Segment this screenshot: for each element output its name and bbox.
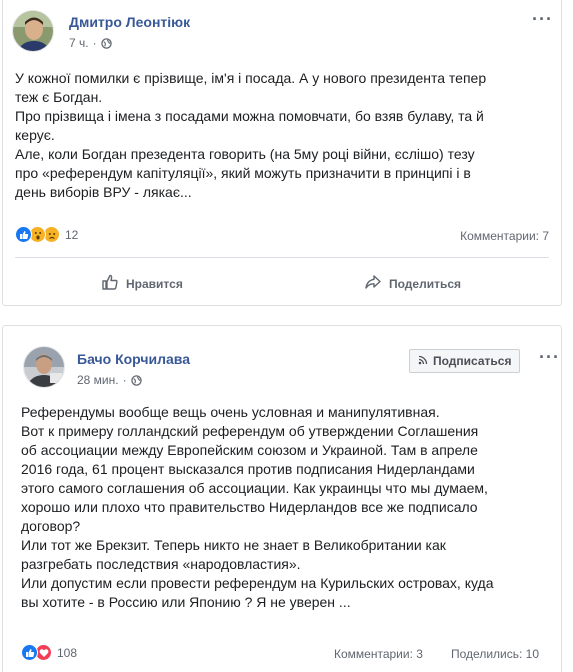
post-meta: 28 мин. · [77, 373, 142, 387]
shares-count[interactable]: Поделились: 10 [451, 647, 539, 661]
post-text-line: Про прізвища і імена з посадами можна по… [15, 108, 484, 124]
globe-icon [130, 374, 142, 386]
post-text-line: вы хотите - в Россию или Японию ? Я не у… [21, 594, 351, 610]
like-button[interactable]: Нравится [101, 273, 183, 294]
post-text-line: теж є Богдан. [15, 89, 103, 105]
more-options-icon[interactable]: ··· [532, 10, 553, 28]
reaction-count: 108 [57, 645, 78, 660]
comments-count[interactable]: Комментарии: 7 [460, 229, 549, 243]
divider [15, 257, 549, 258]
like-label: Нравится [126, 276, 183, 291]
post-timestamp[interactable]: 28 мин. [77, 373, 119, 387]
post-text-line: договор? [21, 518, 81, 534]
reactions-summary[interactable]: 108 [21, 644, 77, 661]
post-text-line: Вот к примеру голландский референдум об … [21, 423, 479, 439]
author-name[interactable]: Бачо Корчилава [77, 351, 190, 367]
post-text-line: Или допустим если провести референдум на… [21, 575, 494, 591]
post-text-line: Или тот же Брекзит. Теперь никто не знае… [21, 537, 446, 553]
post-text-line: 2016 года, 61 процент высказался против … [21, 461, 475, 477]
share-arrow-icon [364, 273, 382, 294]
author-name[interactable]: Дмитро Леонтіюк [69, 14, 190, 30]
post-card: Дмитро Леонтіюк 7 ч. · ··· У кожної поми… [2, 0, 562, 306]
post-timestamp[interactable]: 7 ч. [69, 36, 89, 50]
comments-count[interactable]: Комментарии: 3 [334, 647, 423, 661]
reactions-summary[interactable]: 12 [15, 226, 78, 243]
subscribe-button[interactable]: Подписаться [409, 349, 521, 373]
post-card: Бачо Корчилава 28 мин. · Подписаться ···… [2, 325, 562, 672]
like-icon [21, 644, 38, 661]
share-label: Поделиться [389, 276, 462, 291]
more-options-icon[interactable]: ··· [539, 348, 560, 366]
author-avatar[interactable] [23, 346, 65, 388]
post-text-line: день виборів ВРУ - лякає... [15, 184, 192, 200]
post-text-line: У кожної помилки є прізвище, ім'я і поса… [15, 70, 487, 86]
post-text-line: Але, коли Богдан презедента говорить (на… [15, 146, 475, 162]
share-button[interactable]: Поделиться [364, 273, 461, 294]
post-text-line: Референдумы вообще вещь очень условная и… [21, 404, 440, 420]
post-meta: 7 ч. · [69, 36, 112, 50]
thumbs-up-icon [101, 273, 119, 294]
rss-icon [418, 354, 428, 368]
post-text-line: этого самого соглашения об ассоциации. К… [21, 480, 488, 496]
like-icon [15, 226, 32, 243]
post-text-line: разгребать последствия «народовластия». [21, 556, 301, 572]
author-avatar[interactable] [12, 10, 54, 52]
post-text-line: хорошо или плохо что правительство Нидер… [21, 499, 478, 515]
reaction-count: 12 [65, 227, 79, 242]
post-text-line: об ассоциации между Европейским союзом и… [21, 442, 478, 458]
post-text: У кожної помилки є прізвище, ім'я і поса… [15, 69, 551, 202]
post-text: Референдумы вообще вещь очень условная и… [21, 403, 551, 612]
globe-icon [100, 37, 112, 49]
subscribe-label: Подписаться [433, 354, 512, 368]
post-text-line: про «референдум капітуляції», який можут… [15, 165, 471, 181]
post-text-line: керує. [15, 127, 55, 143]
